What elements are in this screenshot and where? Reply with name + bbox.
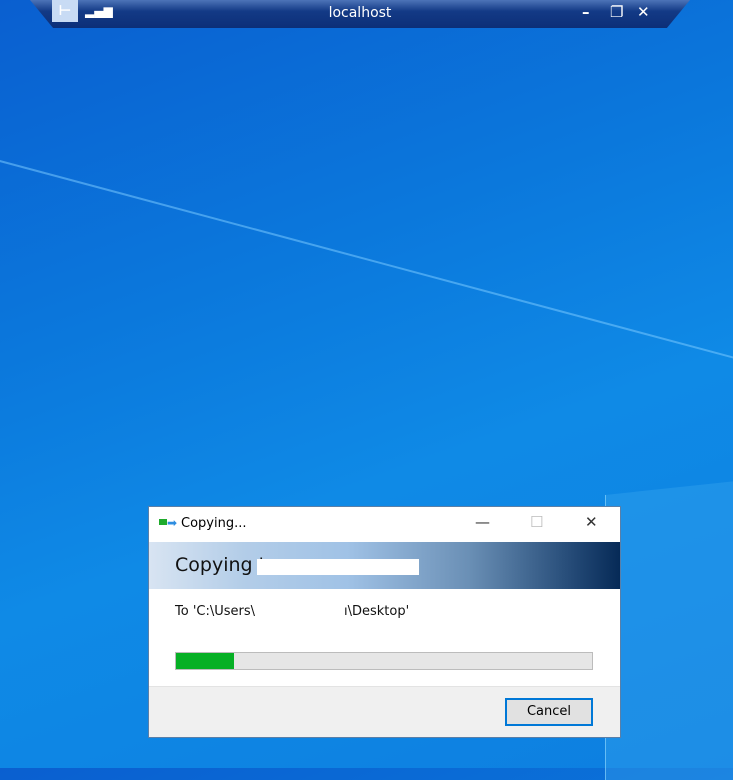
restore-button[interactable]: ❐ [610,3,623,21]
copy-progress-dialog: ➡ Copying... — ☐ ✕ Copying ' To 'C:\User… [148,506,621,738]
close-button[interactable]: ✕ [637,3,650,21]
destination-suffix: ı\Desktop' [344,604,410,619]
copy-progress-bar [175,652,593,670]
wallpaper-light-streak [0,160,733,369]
remote-connection-bar: ⊢ ▂▄▆ localhost – ❐ ✕ [30,0,690,28]
arrow-icon: ➡ [167,516,178,530]
redacted-filename [257,559,419,575]
dialog-title: Copying... [181,516,247,531]
dialog-footer: Cancel [149,686,620,737]
cancel-button[interactable]: Cancel [505,698,593,726]
progress-fill [176,653,235,669]
dialog-minimize-button[interactable]: — [475,513,490,531]
copying-heading: Copying ' [175,554,264,576]
destination-prefix: To 'C:\Users\ [175,604,256,619]
dialog-titlebar: ➡ Copying... — ☐ ✕ [149,507,620,542]
minimize-button[interactable]: – [582,3,590,21]
dialog-banner: Copying ' [149,542,620,589]
dialog-maximize-button[interactable]: ☐ [530,513,543,531]
dialog-close-button[interactable]: ✕ [585,513,598,531]
wallpaper-window-pane [605,480,733,780]
copy-icon [159,519,167,525]
connection-title: localhost [328,5,392,21]
